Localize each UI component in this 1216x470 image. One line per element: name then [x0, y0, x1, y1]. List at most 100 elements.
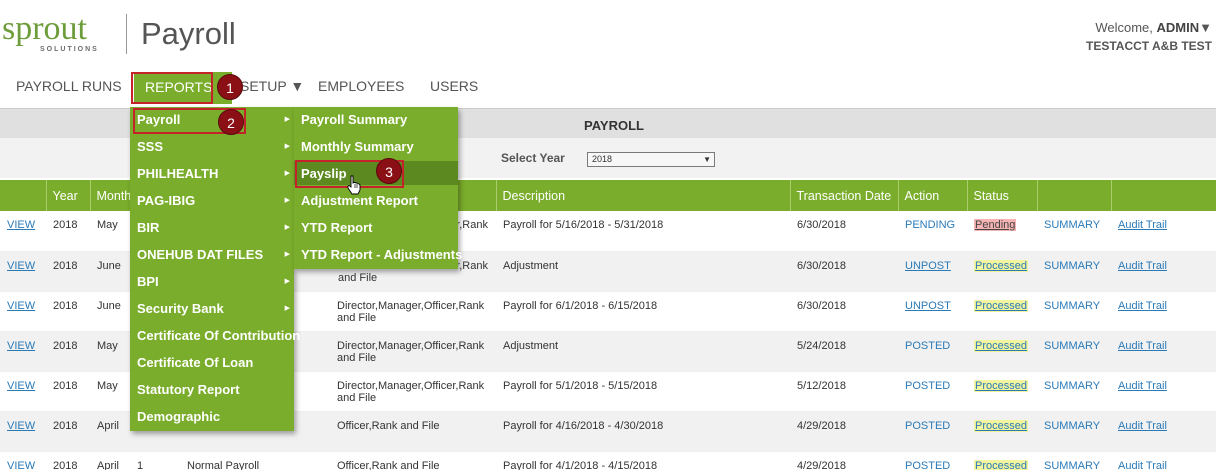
table-row: VIEW 2018 April 1 Normal Payroll Officer…: [0, 451, 1216, 470]
user-name: ADMIN: [1156, 20, 1200, 35]
audit-trail-link[interactable]: Audit Trail: [1118, 340, 1167, 352]
summary-link[interactable]: SUMMARY: [1044, 300, 1100, 312]
col-header-action[interactable]: Action: [898, 180, 968, 211]
col-header-status[interactable]: Status: [967, 180, 1038, 211]
menu-item-adjustment-report[interactable]: Adjustment Report: [301, 193, 418, 208]
action-posted[interactable]: POSTED: [905, 460, 950, 470]
menu-item-statutory-report[interactable]: Statutory Report: [137, 382, 240, 397]
cell-description: Adjustment: [496, 331, 790, 372]
status-badge[interactable]: Processed: [974, 419, 1028, 432]
triangle-right-icon: ▶: [284, 305, 290, 312]
cell-group: Director,Manager,Officer,Rank and File: [330, 331, 496, 372]
status-badge[interactable]: Processed: [974, 259, 1028, 272]
cell-description: Payroll for 5/16/2018 - 5/31/2018: [496, 211, 790, 252]
menu-item-certificate-of-loan[interactable]: Certificate Of Loan: [137, 355, 253, 370]
cell-description: Payroll for 5/1/2018 - 5/15/2018: [496, 371, 790, 412]
cell-group: Director,Manager,Officer,Rank and File: [330, 371, 496, 412]
status-badge[interactable]: Processed: [974, 379, 1028, 392]
menu-item-security-bank[interactable]: Security Bank: [137, 301, 224, 316]
header-divider: [126, 14, 127, 54]
nav-employees[interactable]: EMPLOYEES: [318, 78, 404, 94]
sprout-logo[interactable]: sprout SOLUTIONS: [2, 10, 120, 58]
cell-month: May: [90, 331, 130, 372]
cell-year: 2018: [46, 331, 90, 372]
callout-badge-3: 3: [376, 158, 402, 184]
col-header-description[interactable]: Description: [496, 180, 791, 211]
col-header-audit: [1111, 180, 1216, 211]
summary-link[interactable]: SUMMARY: [1044, 420, 1100, 432]
view-link[interactable]: VIEW: [7, 260, 35, 272]
callout-badge-1: 1: [217, 74, 243, 100]
menu-item-demographic[interactable]: Demographic: [137, 409, 220, 424]
payroll-submenu: Payroll Summary Monthly Summary Payslip …: [294, 107, 462, 269]
cell-description: Payroll for 4/1/2018 - 4/15/2018: [496, 451, 790, 470]
cell-month: April: [90, 451, 130, 470]
cell-date: 6/30/2018: [790, 251, 898, 292]
view-link[interactable]: VIEW: [7, 300, 35, 312]
view-link[interactable]: VIEW: [7, 460, 35, 470]
cell-date: 6/30/2018: [790, 211, 898, 252]
action-posted[interactable]: POSTED: [905, 380, 950, 392]
logo-wordmark: sprout: [2, 10, 87, 47]
reports-menu: Payroll ▶ SSS ▶ PHILHEALTH ▶ PAG-IBIG ▶ …: [130, 107, 300, 431]
col-header-month[interactable]: Month: [90, 180, 131, 211]
menu-item-monthly-summary[interactable]: Monthly Summary: [301, 139, 414, 154]
action-unpost[interactable]: UNPOST: [905, 300, 951, 312]
audit-trail-link[interactable]: Audit Trail: [1118, 260, 1167, 272]
action-pending[interactable]: PENDING: [905, 219, 955, 231]
col-header-view: [0, 180, 47, 211]
cell-year: 2018: [46, 291, 90, 332]
hand-pointer-icon: [347, 175, 361, 195]
summary-link[interactable]: SUMMARY: [1044, 380, 1100, 392]
audit-trail-link[interactable]: Audit Trail: [1118, 300, 1167, 312]
cell-date: 5/24/2018: [790, 331, 898, 372]
chevron-down-icon: ▼: [1199, 20, 1212, 35]
nav-setup[interactable]: SETUP ▼: [240, 78, 304, 94]
status-badge[interactable]: Processed: [974, 339, 1028, 352]
app-title: Payroll: [141, 16, 236, 51]
triangle-right-icon: ▶: [284, 170, 290, 177]
menu-item-bpi[interactable]: BPI: [137, 274, 159, 289]
menu-item-pag-ibig[interactable]: PAG-IBIG: [137, 193, 195, 208]
action-posted[interactable]: POSTED: [905, 340, 950, 352]
cell-date: 6/30/2018: [790, 291, 898, 332]
status-badge[interactable]: Processed: [974, 299, 1028, 312]
welcome-user[interactable]: Welcome, ADMIN▼: [1095, 20, 1212, 35]
view-link[interactable]: VIEW: [7, 340, 35, 352]
audit-trail-link[interactable]: Audit Trail: [1118, 420, 1167, 432]
nav-payroll-runs[interactable]: PAYROLL RUNS: [16, 78, 122, 94]
action-posted[interactable]: POSTED: [905, 420, 950, 432]
menu-item-ytd-report-adjustments[interactable]: YTD Report - Adjustments: [301, 247, 462, 262]
year-select[interactable]: 2018 ▼: [587, 152, 715, 167]
view-link[interactable]: VIEW: [7, 380, 35, 392]
group-line-1: Director,Manager,Officer,Rank: [337, 379, 485, 392]
menu-item-onehub-dat-files[interactable]: ONEHUB DAT FILES: [137, 247, 263, 262]
summary-link[interactable]: SUMMARY: [1044, 260, 1100, 272]
group-line-2: and File: [337, 351, 377, 364]
col-header-transaction-date[interactable]: Transaction Date: [790, 180, 899, 211]
summary-link[interactable]: SUMMARY: [1044, 460, 1100, 470]
audit-trail-link[interactable]: Audit Trail: [1118, 460, 1167, 470]
view-link[interactable]: VIEW: [7, 420, 35, 432]
status-badge[interactable]: Pending: [974, 219, 1017, 231]
audit-trail-link[interactable]: Audit Trail: [1118, 380, 1167, 392]
menu-item-certificate-of-contribution[interactable]: Certificate Of Contribution: [137, 328, 300, 343]
status-badge[interactable]: Processed: [974, 459, 1028, 470]
welcome-label: Welcome,: [1095, 20, 1153, 35]
menu-item-sss[interactable]: SSS: [137, 139, 163, 154]
summary-link[interactable]: SUMMARY: [1044, 219, 1100, 231]
col-header-year[interactable]: Year: [46, 180, 91, 211]
cell-month: May: [90, 211, 130, 252]
menu-item-payroll-summary[interactable]: Payroll Summary: [301, 112, 407, 127]
menu-item-philhealth[interactable]: PHILHEALTH: [137, 166, 218, 181]
view-link[interactable]: VIEW: [7, 219, 35, 231]
nav-users[interactable]: USERS: [430, 78, 478, 94]
chevron-down-icon: ▼: [703, 155, 711, 164]
cell-group: Officer,Rank and File: [330, 451, 496, 470]
cell-group: Director,Manager,Officer,Rank and File: [330, 291, 496, 332]
audit-trail-link[interactable]: Audit Trail: [1118, 219, 1167, 231]
menu-item-ytd-report[interactable]: YTD Report: [301, 220, 373, 235]
action-unpost[interactable]: UNPOST: [905, 260, 951, 272]
menu-item-bir[interactable]: BIR: [137, 220, 159, 235]
summary-link[interactable]: SUMMARY: [1044, 340, 1100, 352]
